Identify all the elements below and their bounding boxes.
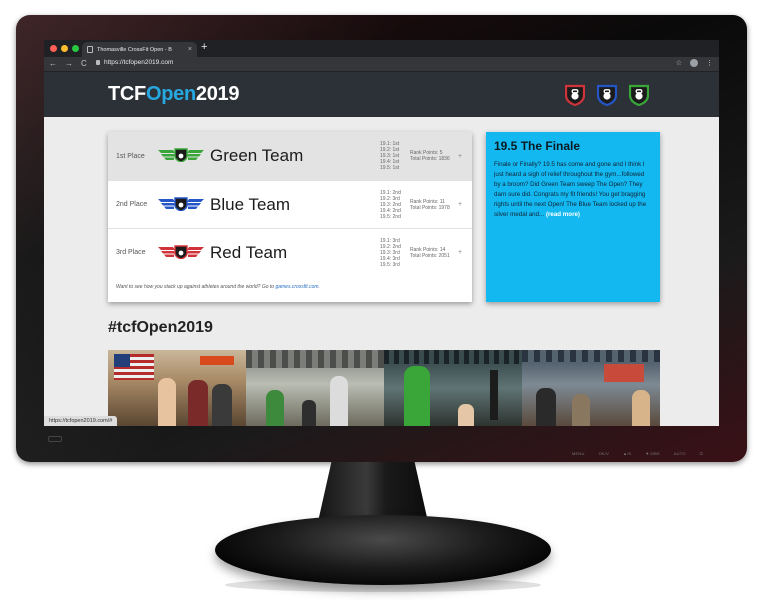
nav-buttons: ← → C [49, 59, 87, 68]
event-result: 19.4: 3rd [380, 255, 400, 262]
logo-part-open: Open [145, 83, 196, 105]
blue-team-shield-icon[interactable] [596, 83, 618, 107]
monitor-button[interactable]: OK/V [599, 451, 609, 456]
monitor-buttons: MENU OK/V ▲/S ▼/OBS AUTO ⏻ [572, 451, 703, 456]
event-results: 19.1: 1st 19.2: 1st 19.3: 1st 19.4: 1st … [380, 141, 399, 171]
news-card: 19.5 The Finale Finale or Finally? 19.5 … [486, 132, 660, 302]
standings-row[interactable]: 2nd Place Blue Team 19.1: 2nd 19.2: 3rd … [108, 180, 472, 228]
standings-row[interactable]: 3rd Place Red Team 19.1: 3rd 19.2: 2nd 1… [108, 228, 472, 276]
url-text: https://tcfopen2019.com [104, 59, 174, 66]
read-more-link[interactable]: (read more) [546, 211, 580, 218]
gallery-photo[interactable] [522, 350, 660, 426]
place-label: 1st Place [116, 152, 145, 160]
news-body: Finale or Finally? 19.5 has come and gon… [494, 160, 652, 220]
expand-icon[interactable]: + [458, 249, 462, 256]
window-controls [50, 45, 79, 52]
event-result: 19.4: 2nd [380, 207, 401, 214]
monitor-logo [48, 436, 62, 442]
gallery-photo[interactable] [246, 350, 384, 426]
reload-icon[interactable]: C [81, 59, 87, 68]
star-icon[interactable]: ☆ [676, 59, 682, 67]
monitor-button[interactable]: MENU [572, 451, 585, 456]
close-window-button[interactable] [50, 45, 57, 52]
monitor-button[interactable]: ▲/S [623, 451, 631, 456]
news-text: Finale or Finally? 19.5 has come and gon… [494, 161, 647, 218]
close-tab-icon[interactable]: × [188, 46, 192, 53]
event-result: 19.2: 2nd [380, 243, 401, 250]
expand-icon[interactable]: + [458, 201, 462, 208]
gallery-photo[interactable] [384, 350, 522, 426]
toolbar-actions: ☆ ⋮ [676, 59, 713, 67]
menu-icon[interactable]: ⋮ [706, 59, 713, 67]
event-result: 19.5: 2nd [380, 213, 401, 220]
rank-points: Rank Points: 14 [410, 246, 446, 253]
event-result: 19.1: 3rd [380, 237, 400, 244]
status-bar-url: https://tcfopen2019.com/# [44, 416, 118, 426]
team-shields [564, 83, 650, 107]
team-points: Rank Points: 14 Total Points: 2051 [410, 247, 450, 259]
standings-row[interactable]: 1st Place Green Team 19.1: 1st 19.2: 1st… [108, 132, 472, 180]
site-logo[interactable]: TCFOpen2019 [108, 83, 240, 106]
back-icon[interactable]: ← [49, 59, 57, 68]
browser-tab-bar: Thomasville CrossFit Open - B × + [44, 40, 719, 57]
team-name: Red Team [210, 242, 288, 262]
monitor-button[interactable]: AUTO [674, 451, 686, 456]
desktop-stage: MENU OK/V ▲/S ▼/OBS AUTO ⏻ Thomasville C… [0, 0, 763, 600]
event-result: 19.3: 2nd [380, 201, 401, 208]
page-content: 1st Place Green Team 19.1: 1st 19.2: 1st… [44, 117, 719, 426]
event-results: 19.1: 3rd 19.2: 2nd 19.3: 3rd 19.4: 3rd … [380, 238, 401, 268]
event-result: 19.5: 3rd [380, 261, 400, 268]
team-name: Green Team [210, 146, 304, 165]
note-text: Want to see how you stack up against ath… [116, 284, 276, 290]
place-label: 2nd Place [116, 201, 148, 208]
monitor-base [215, 515, 551, 585]
monitor-screen: Thomasville CrossFit Open - B × + ← → C … [44, 40, 719, 426]
address-bar[interactable]: https://tcfopen2019.com [96, 59, 173, 66]
green-team-shield-icon[interactable] [628, 83, 650, 107]
standings-card: 1st Place Green Team 19.1: 1st 19.2: 1st… [108, 132, 472, 302]
green-wing-icon [158, 148, 204, 162]
team-points: Rank Points: 11 Total Points: 1978 [410, 199, 450, 211]
rank-points: Rank Points: 11 [410, 198, 445, 205]
team-name: Blue Team [210, 194, 291, 214]
team-points: Rank Points: 5 Total Points: 1836 [410, 150, 450, 162]
event-results: 19.1: 2nd 19.2: 3rd 19.3: 2nd 19.4: 2nd … [380, 190, 401, 220]
logo-part-year: 2019 [195, 83, 240, 105]
page-icon [87, 46, 93, 53]
total-points: Total Points: 1978 [410, 204, 450, 211]
monitor-power-button[interactable]: ⏻ [700, 451, 703, 456]
avatar-icon[interactable] [690, 59, 698, 67]
event-result: 19.5: 1st [380, 165, 400, 171]
note-end: . [318, 284, 320, 290]
hashtag-heading: #tcfOpen2019 [108, 319, 213, 336]
red-wing-icon [158, 245, 204, 259]
tab-title: Thomasville CrossFit Open - B [97, 46, 172, 53]
place-label: 3rd Place [116, 249, 146, 256]
total-points: Total Points: 2051 [410, 252, 450, 259]
news-title: 19.5 The Finale [494, 139, 581, 153]
browser-tab[interactable]: Thomasville CrossFit Open - B × [82, 42, 197, 57]
blue-wing-icon [158, 197, 204, 211]
forward-icon[interactable]: → [65, 59, 73, 68]
site-header: TCFOpen2019 [44, 72, 719, 117]
maximize-window-button[interactable] [72, 45, 79, 52]
photo-strip [108, 350, 660, 426]
crossfit-games-link[interactable]: games.crossfit.com [275, 284, 318, 290]
event-result: 19.1: 2nd [380, 189, 401, 196]
event-result: 19.3: 3rd [380, 249, 400, 256]
crossfit-games-note: Want to see how you stack up against ath… [116, 284, 320, 290]
monitor-neck [318, 462, 428, 520]
logo-part-tcf: TCF [108, 83, 146, 105]
browser-toolbar: ← → C https://tcfopen2019.com ☆ ⋮ [44, 57, 719, 72]
total-points: Total Points: 1836 [410, 156, 450, 162]
event-result: 19.2: 3rd [380, 195, 400, 202]
monitor-button[interactable]: ▼/OBS [645, 451, 660, 456]
expand-icon[interactable]: + [458, 153, 462, 160]
lock-icon [96, 60, 100, 65]
new-tab-button[interactable]: + [201, 41, 207, 53]
gallery-photo[interactable] [108, 350, 246, 426]
red-team-shield-icon[interactable] [564, 83, 586, 107]
minimize-window-button[interactable] [61, 45, 68, 52]
